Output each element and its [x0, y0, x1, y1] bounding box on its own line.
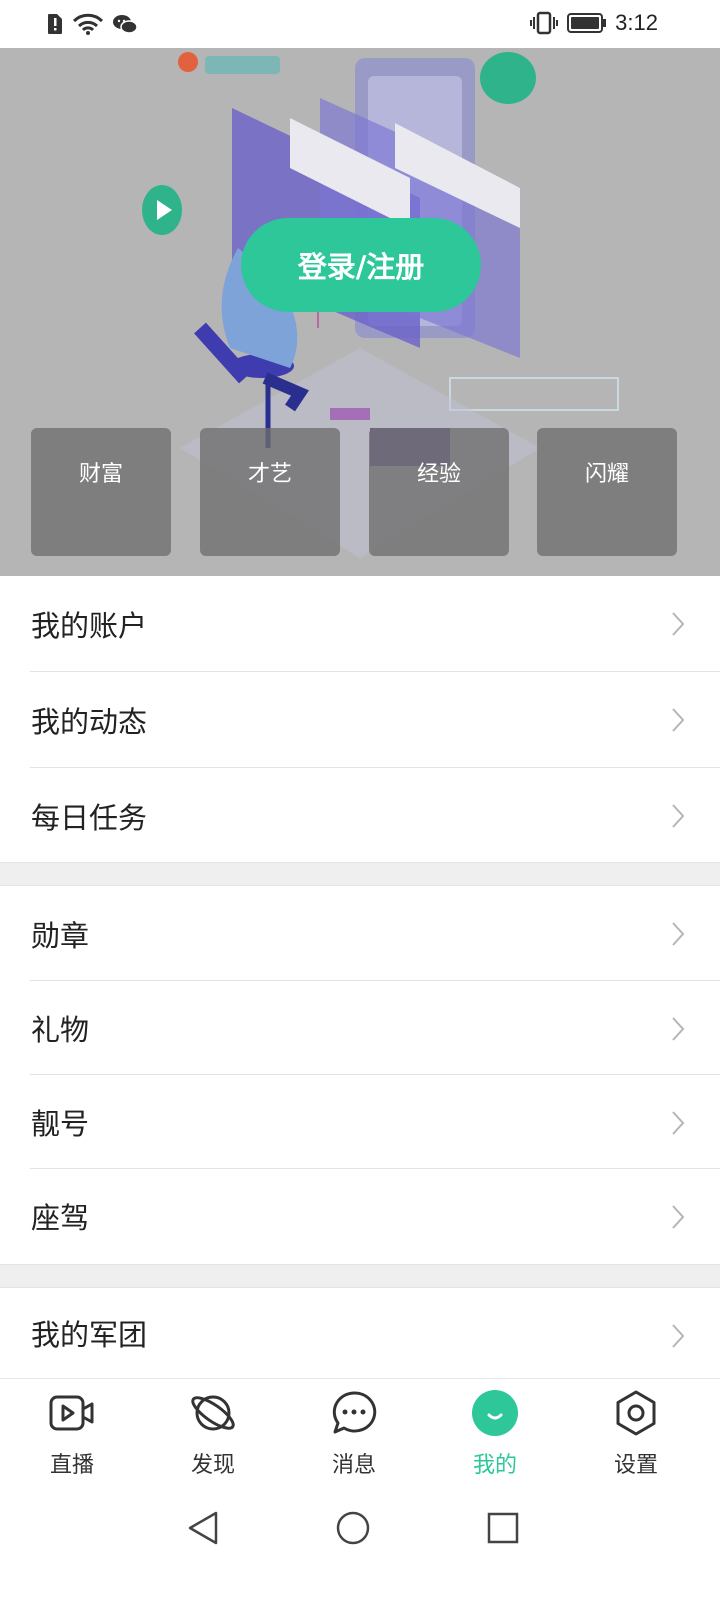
menu-item-label: 礼物: [31, 1013, 90, 1047]
menu-group-items: 勋章 礼物 靓号 座驾: [0, 886, 720, 1263]
menu-item-label: 我的动态: [31, 705, 148, 739]
stat-tile-wealth[interactable]: 财富: [31, 428, 171, 556]
profile-hero-banner: 登录/注册 财富 才艺 经验 闪耀: [0, 48, 720, 588]
tab-label: 直播: [49, 1453, 94, 1478]
back-nav-icon[interactable]: [186, 1510, 220, 1546]
menu-item-label: 每日任务: [31, 801, 148, 835]
vibrate-icon: [530, 11, 559, 35]
recents-nav-icon[interactable]: [486, 1511, 520, 1545]
sim-alert-icon: [48, 14, 62, 34]
menu-item-label: 勋章: [31, 918, 90, 953]
chevron-right-icon: [672, 922, 685, 946]
tab-settings[interactable]: 设置: [564, 1379, 708, 1499]
wechat-icon: [113, 15, 138, 34]
tab-messages[interactable]: 消息: [282, 1379, 426, 1499]
chevron-right-icon: [672, 804, 685, 828]
chevron-right-icon: [672, 708, 685, 732]
tab-label: 发现: [190, 1453, 235, 1478]
tab-label: 我的: [472, 1453, 517, 1478]
chevron-right-icon: [672, 1017, 685, 1041]
status-bar: 3:12: [0, 0, 720, 48]
chevron-right-icon: [672, 1111, 685, 1135]
smile-face-icon: [472, 1390, 518, 1436]
wifi-icon: [72, 13, 104, 35]
menu-item-vanity-number[interactable]: 靓号: [0, 1075, 720, 1169]
chevron-right-icon: [672, 1324, 685, 1348]
menu-item-medals[interactable]: 勋章: [0, 886, 720, 981]
menu-item-gifts[interactable]: 礼物: [0, 981, 720, 1075]
login-register-button[interactable]: 登录/注册: [241, 218, 481, 312]
live-video-icon: [49, 1395, 94, 1431]
menu-group-legion: 我的军团: [0, 1288, 720, 1378]
chevron-right-icon: [672, 612, 685, 636]
tab-me[interactable]: 我的: [423, 1379, 567, 1499]
menu-item-daily-tasks[interactable]: 每日任务: [0, 768, 720, 864]
menu-item-label: 靓号: [31, 1107, 90, 1141]
planet-icon: [191, 1395, 235, 1431]
system-nav-bar: [0, 1498, 720, 1600]
clock-time: 3:12: [615, 10, 658, 35]
stat-tile-shine[interactable]: 闪耀: [537, 428, 677, 556]
section-gap: [0, 1264, 720, 1288]
hexagon-settings-icon: [616, 1390, 656, 1436]
bottom-tab-bar: 直播 发现 消息 我的 设置: [0, 1378, 720, 1499]
home-nav-icon[interactable]: [335, 1510, 371, 1546]
tab-live[interactable]: 直播: [0, 1379, 144, 1499]
menu-item-my-account[interactable]: 我的账户: [0, 576, 720, 672]
menu-item-label: 我的军团: [31, 1318, 148, 1352]
tab-discover[interactable]: 发现: [141, 1379, 285, 1499]
chevron-right-icon: [672, 1205, 685, 1229]
menu-group-account: 我的账户 我的动态 每日任务: [0, 576, 720, 864]
menu-item-vehicle[interactable]: 座驾: [0, 1169, 720, 1263]
menu-item-label: 我的账户: [31, 609, 148, 643]
menu-item-my-activity[interactable]: 我的动态: [0, 672, 720, 768]
menu-item-my-legion[interactable]: 我的军团: [0, 1288, 720, 1378]
stat-tile-talent[interactable]: 才艺: [200, 428, 340, 556]
chat-bubble-icon: [332, 1391, 377, 1434]
stat-tile-experience[interactable]: 经验: [369, 428, 509, 556]
menu-item-label: 座驾: [31, 1201, 90, 1235]
tab-label: 消息: [331, 1453, 376, 1478]
battery-icon: [567, 13, 607, 33]
section-gap: [0, 862, 720, 886]
tab-label: 设置: [613, 1453, 658, 1478]
